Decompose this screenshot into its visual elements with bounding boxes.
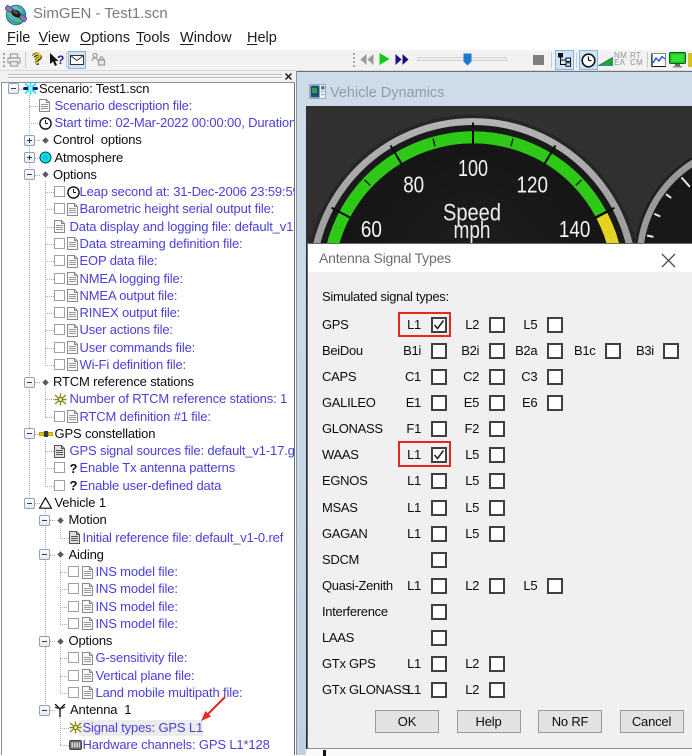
svg-text:100: 100 bbox=[458, 155, 488, 181]
svg-text:140: 140 bbox=[559, 216, 591, 242]
svg-text:mph: mph bbox=[454, 217, 491, 244]
svg-text:80: 80 bbox=[403, 171, 424, 197]
svg-text:?: ? bbox=[57, 53, 64, 67]
svg-text:60: 60 bbox=[361, 216, 382, 242]
svg-text:120: 120 bbox=[517, 171, 549, 197]
